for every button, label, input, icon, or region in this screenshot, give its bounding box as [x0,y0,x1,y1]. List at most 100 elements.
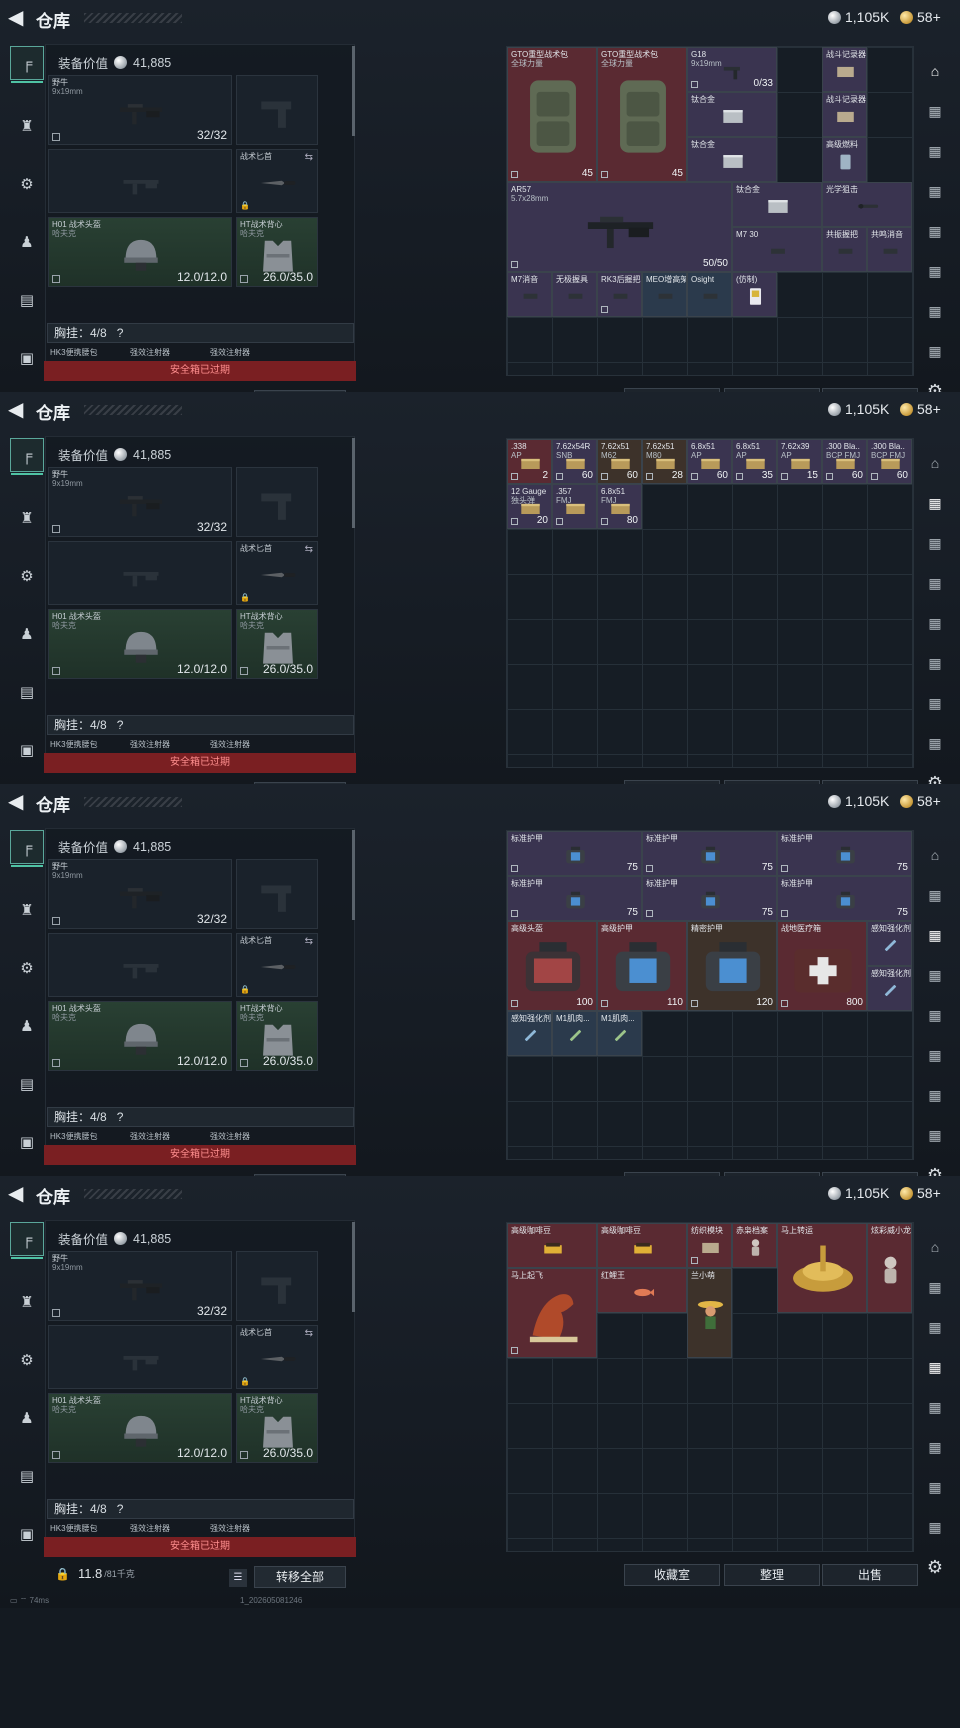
stash-item[interactable]: 高级咖啡豆 [507,1223,597,1268]
select-checkbox[interactable] [52,275,60,283]
knife-slot[interactable]: 战术匕首 ⇆ 🔒 [236,149,318,213]
select-checkbox[interactable] [781,1000,788,1007]
pouch-item[interactable]: 强效注射器 [130,739,170,750]
secondary-weapon-slot[interactable] [48,149,232,213]
stash-item[interactable]: 精密护甲 120 [687,921,777,1011]
pistol-tab-icon[interactable]: ╒ [10,1222,44,1259]
stash-item[interactable]: Osight [687,272,732,317]
swap-icon[interactable]: ⇆ [305,152,313,163]
select-checkbox[interactable] [511,473,518,480]
stash-item[interactable]: 光学狙击 [822,182,912,227]
help-icon[interactable]: ? [117,326,124,340]
select-checkbox[interactable] [52,1309,60,1317]
bag-tab-icon[interactable]: ♟ [10,226,44,260]
case-tab-icon[interactable]: ▤ [10,676,44,710]
stash-item[interactable]: 6.8x51 FMJ 80 [597,484,642,529]
gold-currency[interactable]: 58+ [900,793,941,809]
stash-item[interactable]: 战地医疗箱 800 [777,921,867,1011]
folder-icon[interactable]: ▦ [920,96,950,126]
sell-button[interactable]: 出售 [822,1564,918,1586]
select-checkbox[interactable] [646,473,653,480]
storage-icon[interactable]: ⌂ [920,448,950,478]
stash-item[interactable]: 马上起飞 [507,1268,597,1358]
pouch-item[interactable]: HK3便携腰包 [50,347,98,358]
armor-slot[interactable]: HT战术背心 哈夫克 26.0/35.0 [236,1393,318,1463]
select-checkbox[interactable] [781,865,788,872]
backpack-tab-icon[interactable]: ⚙ [10,168,44,202]
safe-box-expired-banner[interactable]: 安全箱已过期 [44,1145,356,1165]
stash-item[interactable]: 感知强化剂 [867,921,912,966]
pouch-item[interactable]: 强效注射器 [210,1131,250,1142]
pouch-item[interactable]: 强效注射器 [130,1131,170,1142]
select-checkbox[interactable] [52,1451,60,1459]
safe-box-expired-banner[interactable]: 安全箱已过期 [44,361,356,381]
stash-item[interactable]: 7.62x51 M80 28 [642,439,687,484]
vest-tab-icon[interactable]: ♜ [10,1286,44,1320]
pouch-item[interactable]: 强效注射器 [210,739,250,750]
select-checkbox[interactable] [826,473,833,480]
stash-item[interactable]: M1肌肉... [597,1011,642,1056]
select-checkbox[interactable] [511,865,518,872]
stash-item[interactable]: RK3后握把 [597,272,642,317]
backpack-tab-icon[interactable]: ⚙ [10,560,44,594]
gallery-icon[interactable]: ▦ [920,1392,950,1422]
select-checkbox[interactable] [240,1059,248,1067]
photo-icon[interactable]: ▦ [920,1040,950,1070]
swap-icon[interactable]: ⇆ [305,544,313,555]
add-image-icon[interactable]: ▦ [920,528,950,558]
camera-icon[interactable]: ▦ [920,1120,950,1150]
bag-tab-icon[interactable]: ♟ [10,1010,44,1044]
stash-item[interactable]: AR57 5.7x28mm 50/50 [507,182,732,272]
stash-item[interactable]: 共振握把 [822,227,867,272]
stash-item[interactable]: .357 FMJ [552,484,597,529]
back-icon[interactable]: ◀ [8,400,28,420]
briefcase-tab-icon[interactable]: ▣ [10,1518,44,1552]
gold-currency[interactable]: 58+ [900,9,941,25]
stash-item[interactable]: 钛合金 [687,137,777,182]
select-checkbox[interactable] [691,1257,698,1264]
stash-item[interactable]: M7 30 [732,227,822,272]
chest-rig-row[interactable]: 胸挂：4/8? [47,715,354,735]
media-icon[interactable]: ▦ [920,688,950,718]
secondary-weapon-slot[interactable] [48,541,232,605]
stash-item[interactable]: 7.62x51 M62 60 [597,439,642,484]
chest-rig-row[interactable]: 胸挂：4/8? [47,1107,354,1127]
select-checkbox[interactable] [646,865,653,872]
camera-icon[interactable]: ▦ [920,728,950,758]
stash-item[interactable]: 高级头盔 100 [507,921,597,1011]
chest-rig-row[interactable]: 胸挂：4/8? [47,323,354,343]
back-icon[interactable]: ◀ [8,8,28,28]
swap-icon[interactable]: ⇆ [305,1328,313,1339]
photo-icon[interactable]: ▦ [920,256,950,286]
folder-icon[interactable]: ▦ [920,488,950,518]
pistol-tab-icon[interactable]: ╒ [10,46,44,83]
stash-item[interactable]: GTO重型战术包 全球力量 45 [597,47,687,182]
stash-item[interactable]: 7.62x54R SNB 60 [552,439,597,484]
select-checkbox[interactable] [601,518,608,525]
gold-currency[interactable]: 58+ [900,1185,941,1201]
vest-tab-icon[interactable]: ♜ [10,502,44,536]
stash-item[interactable]: .300 Bla.. BCP FMJ 60 [822,439,867,484]
folder-icon[interactable]: ▦ [920,880,950,910]
select-checkbox[interactable] [601,171,608,178]
stash-item[interactable]: 战斗记录器 [822,47,867,92]
select-checkbox[interactable] [511,171,518,178]
stash-item[interactable]: G18 9x19mm 0/33 [687,47,777,92]
select-checkbox[interactable] [52,133,60,141]
gallery-icon[interactable]: ▦ [920,1000,950,1030]
chest-rig-row[interactable]: 胸挂：4/8? [47,1499,354,1519]
stash-item[interactable]: 战斗记录器 [822,92,867,137]
select-checkbox[interactable] [601,306,608,313]
sidearm-slot[interactable] [236,467,318,537]
media-icon[interactable]: ▦ [920,296,950,326]
add-image-icon[interactable]: ▦ [920,1312,950,1342]
briefcase-tab-icon[interactable]: ▣ [10,342,44,376]
secondary-weapon-slot[interactable] [48,933,232,997]
briefcase-tab-icon[interactable]: ▣ [10,734,44,768]
helmet-slot[interactable]: H01 战术头盔 哈夫克 12.0/12.0 [48,217,232,287]
armor-slot[interactable]: HT战术背心 哈夫克 26.0/35.0 [236,217,318,287]
stash-item[interactable]: 无极握具 [552,272,597,317]
image-icon[interactable]: ▦ [920,176,950,206]
stash-item[interactable]: 7.62x39 AP 15 [777,439,822,484]
storage-icon[interactable]: ⌂ [920,56,950,86]
